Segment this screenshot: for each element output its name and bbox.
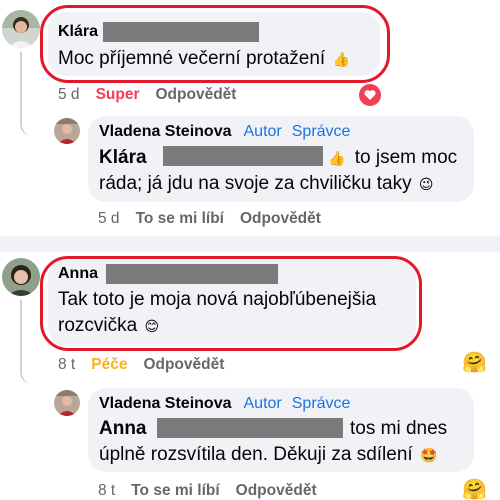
reply-text-line1: tos mi dnes bbox=[350, 418, 448, 439]
reply-button[interactable]: Odpovědět bbox=[156, 86, 237, 104]
timestamp[interactable]: 8 t bbox=[58, 356, 75, 374]
reply-text-line2: ráda; já jdu na svoje za chviličku taky … bbox=[99, 171, 434, 197]
reply-text-part1: to jsem moc bbox=[354, 147, 458, 168]
comment-actions: 5 d Super Odpovědět bbox=[58, 86, 252, 104]
reply-button[interactable]: Odpovědět bbox=[240, 210, 321, 228]
thumbs-up-emoji: 👍 bbox=[328, 150, 346, 166]
avatar[interactable] bbox=[54, 390, 80, 416]
reply-text-line2: úplně rozsvítila den. Děkuji za sdílení … bbox=[99, 442, 437, 468]
mention[interactable]: Klára bbox=[99, 145, 147, 171]
timestamp[interactable]: 5 d bbox=[98, 210, 120, 228]
reaction-label[interactable]: Super bbox=[96, 86, 140, 104]
reply-header: Vladena Steinova Autor Správce bbox=[99, 395, 350, 413]
mention[interactable]: Anna bbox=[99, 416, 147, 442]
reply-text-part2: ráda; já jdu na svoje za chviličku taky bbox=[99, 173, 412, 194]
reply-actions: 5 d To se mi líbí Odpovědět bbox=[98, 210, 337, 228]
author-badge[interactable]: Autor bbox=[244, 395, 282, 413]
like-button[interactable]: To se mi líbí bbox=[136, 210, 224, 228]
heart-reaction-icon[interactable] bbox=[359, 84, 381, 106]
reply-button[interactable]: Odpovědět bbox=[236, 482, 317, 500]
reply-author[interactable]: Vladena Steinova bbox=[99, 123, 232, 141]
section-divider bbox=[0, 236, 500, 252]
redacted-name bbox=[163, 146, 323, 166]
care-reaction-icon[interactable]: 🤗 bbox=[462, 351, 487, 375]
care-emoji: 🤗 bbox=[462, 352, 487, 374]
reply-text-part2: úplně rozsvítila den. Děkuji za sdílení bbox=[99, 444, 413, 465]
admin-badge[interactable]: Správce bbox=[292, 395, 351, 413]
comment-actions: 8 t Péče Odpovědět bbox=[58, 356, 240, 374]
avatar[interactable] bbox=[2, 258, 40, 296]
reply-actions: 8 t To se mi líbí Odpovědět bbox=[98, 482, 333, 500]
reaction-label[interactable]: Péče bbox=[91, 356, 127, 374]
reply-author[interactable]: Vladena Steinova bbox=[99, 395, 232, 413]
highlight-circle bbox=[40, 5, 390, 83]
admin-badge[interactable]: Správce bbox=[292, 123, 351, 141]
care-emoji: 🤗 bbox=[462, 479, 486, 500]
avatar[interactable] bbox=[2, 10, 40, 48]
redacted-name bbox=[157, 418, 343, 438]
care-reaction-icon[interactable]: 🤗 bbox=[462, 478, 486, 500]
avatar[interactable] bbox=[54, 118, 80, 144]
wink-emoji: 😉 bbox=[418, 176, 434, 192]
like-button[interactable]: To se mi líbí bbox=[131, 482, 219, 500]
reply-text-line1: 👍 to jsem moc bbox=[328, 145, 457, 171]
highlight-circle bbox=[40, 256, 422, 351]
reply-header: Vladena Steinova Autor Správce bbox=[99, 123, 350, 141]
timestamp[interactable]: 5 d bbox=[58, 86, 80, 104]
timestamp[interactable]: 8 t bbox=[98, 482, 115, 500]
author-badge[interactable]: Autor bbox=[244, 123, 282, 141]
reply-button[interactable]: Odpovědět bbox=[143, 356, 224, 374]
star-struck-emoji: 🤩 bbox=[419, 447, 438, 463]
